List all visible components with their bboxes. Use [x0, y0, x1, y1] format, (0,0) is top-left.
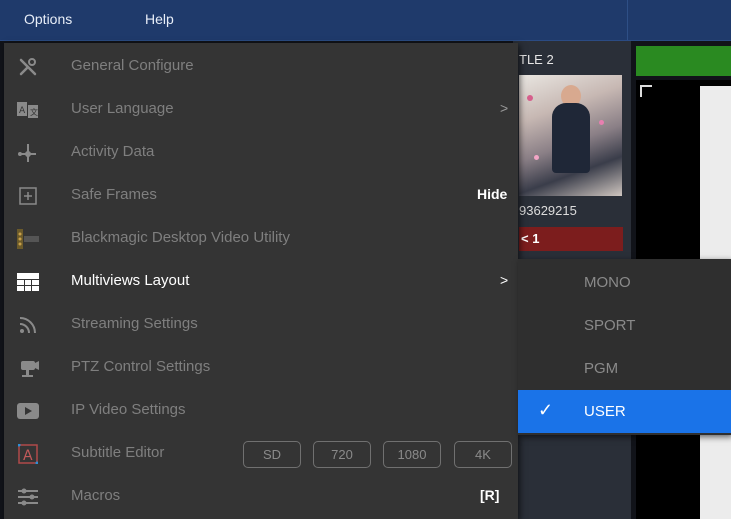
submenu-item-label: MONO [584, 274, 631, 291]
confetti [534, 155, 539, 160]
thumbnail-figure [552, 103, 590, 173]
menu-item-activity-data[interactable]: Activity Data [4, 131, 518, 174]
confetti [599, 120, 604, 125]
menu-help[interactable]: Help [145, 11, 174, 27]
svg-text:A: A [23, 448, 33, 464]
menu-item-label: Activity Data [71, 143, 155, 160]
macros-shortcut: [R] [480, 487, 500, 503]
sliders-icon [17, 487, 39, 507]
menu-item-multiviews-layout[interactable]: Multiviews Layout > [4, 260, 518, 303]
confetti [527, 95, 533, 101]
multiviews-submenu: MONO SPORT PGM ✓ USER [518, 259, 731, 435]
menu-item-label: PTZ Control Settings [71, 358, 211, 375]
menu-item-ip-video[interactable]: IP Video Settings [4, 389, 518, 432]
input-thumbnail[interactable] [519, 75, 622, 196]
menu-item-label: Macros [71, 487, 121, 504]
menubar-divider [627, 0, 628, 40]
subtitle-res-1080-button[interactable]: 1080 [383, 441, 441, 468]
menu-item-label: Streaming Settings [71, 315, 198, 332]
plus-square-icon [17, 186, 39, 206]
submenu-item-pgm[interactable]: PGM [518, 347, 731, 390]
checkmark-icon: ✓ [538, 400, 554, 420]
subtitle-res-720-button[interactable]: 720 [313, 441, 371, 468]
input-panel-tag[interactable]: < 1 [519, 227, 623, 251]
language-icon: A文 [17, 100, 39, 120]
activity-node-icon [17, 143, 39, 163]
menu-item-user-language[interactable]: A文 User Language > [4, 88, 518, 131]
menu-item-blackmagic-utility[interactable]: Blackmagic Desktop Video Utility [4, 217, 518, 260]
menu-item-label: Safe Frames [71, 186, 157, 203]
submenu-item-user[interactable]: ✓ USER [518, 390, 731, 433]
menu-item-subtitle-editor[interactable]: A Subtitle Editor SD 720 1080 4K [4, 432, 518, 475]
safe-frame-corner [640, 85, 652, 97]
options-menu: General Configure A文 User Language > Act… [4, 43, 518, 519]
subtitle-res-4k-button[interactable]: 4K [454, 441, 512, 468]
menu-item-safe-frames[interactable]: Safe Frames Hide [4, 174, 518, 217]
svg-text:A: A [19, 106, 26, 116]
blackmagic-icon [17, 229, 39, 249]
safe-frames-hide-toggle[interactable]: Hide [477, 186, 507, 202]
input-panel-tag-label: < 1 [521, 231, 540, 246]
camera-icon [17, 358, 39, 378]
svg-text:文: 文 [30, 107, 38, 117]
program-status-bar [636, 46, 731, 76]
menu-bar: Options Help [0, 0, 731, 41]
subtitle-res-sd-button[interactable]: SD [243, 441, 301, 468]
menu-item-label: User Language [71, 100, 174, 117]
wrench-screwdriver-icon [17, 57, 39, 77]
menu-item-ptz-control[interactable]: PTZ Control Settings [4, 346, 518, 389]
rss-icon [17, 315, 39, 335]
submenu-item-label: USER [584, 403, 626, 420]
menu-item-label: General Configure [71, 57, 194, 74]
menu-item-label: Multiviews Layout [71, 272, 190, 289]
menu-item-label: Blackmagic Desktop Video Utility [71, 229, 290, 246]
submenu-item-label: PGM [584, 360, 619, 377]
menu-item-label: IP Video Settings [71, 401, 186, 418]
menu-item-label: Subtitle Editor [71, 444, 165, 461]
menu-item-macros[interactable]: Macros [R] [4, 475, 518, 518]
play-icon [17, 401, 39, 421]
input-panel-title: TLE 2 [519, 52, 554, 67]
subtitle-a-icon: A [17, 444, 39, 464]
submenu-item-sport[interactable]: SPORT [518, 304, 731, 347]
submenu-arrow: > [500, 272, 509, 288]
menu-item-streaming-settings[interactable]: Streaming Settings [4, 303, 518, 346]
grid-layout-icon [17, 272, 39, 292]
menu-item-general-configure[interactable]: General Configure [4, 45, 518, 88]
submenu-item-label: SPORT [584, 317, 636, 334]
menu-options[interactable]: Options [24, 11, 72, 27]
submenu-item-mono[interactable]: MONO [518, 261, 731, 304]
input-panel-number: 93629215 [519, 203, 577, 218]
submenu-arrow: > [500, 100, 509, 116]
